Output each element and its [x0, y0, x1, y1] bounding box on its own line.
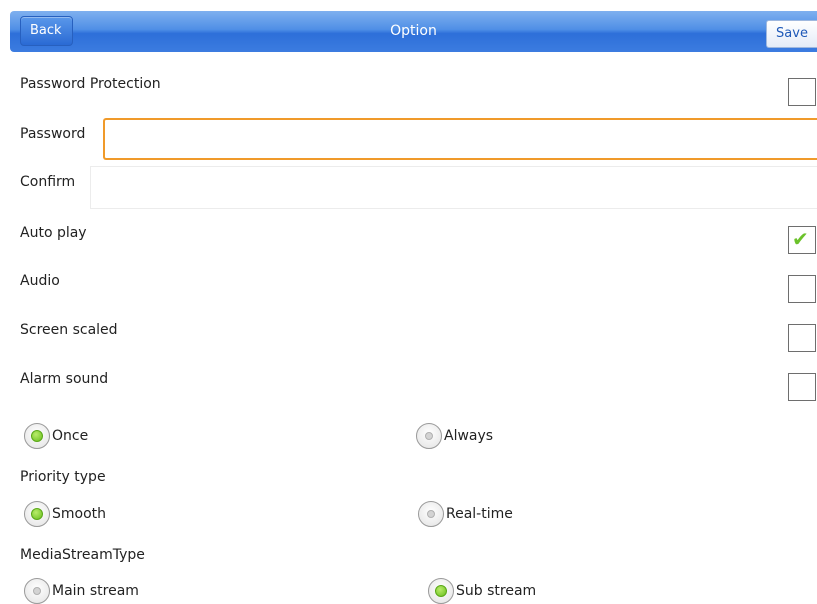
radio-selected-icon — [24, 423, 50, 449]
screen-scaled-label: Screen scaled — [20, 322, 118, 338]
password-protection-checkbox[interactable] — [788, 78, 816, 106]
radio-always[interactable]: Always — [416, 423, 493, 449]
page-title: Option — [390, 23, 437, 39]
radio-selected-icon — [24, 501, 50, 527]
password-protection-label: Password Protection — [20, 76, 161, 92]
confirm-input[interactable] — [90, 166, 817, 209]
title-bar-background: Option Back Save — [10, 11, 817, 52]
radio-unselected-icon — [416, 423, 442, 449]
radio-once[interactable]: Once — [24, 423, 88, 449]
radio-real-time[interactable]: Real-time — [418, 501, 513, 527]
title-bar: Option Back Save — [0, 0, 817, 63]
audio-checkbox[interactable] — [788, 275, 816, 303]
password-label: Password — [20, 126, 86, 142]
radio-always-label: Always — [444, 428, 494, 444]
checkmark-icon: ✔ — [792, 227, 809, 251]
radio-smooth[interactable]: Smooth — [24, 501, 106, 527]
radio-sub-stream[interactable]: Sub stream — [428, 578, 536, 604]
auto-play-label: Auto play — [20, 225, 87, 241]
radio-main-stream-label: Main stream — [52, 583, 139, 599]
audio-label: Audio — [20, 273, 60, 289]
back-button[interactable]: Back — [20, 16, 73, 46]
save-button[interactable]: Save — [766, 20, 817, 48]
alarm-sound-label: Alarm sound — [20, 371, 109, 387]
radio-main-stream[interactable]: Main stream — [24, 578, 139, 604]
radio-smooth-label: Smooth — [52, 506, 107, 522]
radio-selected-icon — [428, 578, 454, 604]
radio-once-label: Once — [52, 428, 89, 444]
radio-sub-stream-label: Sub stream — [456, 583, 537, 599]
radio-unselected-icon — [24, 578, 50, 604]
priority-type-label: Priority type — [20, 469, 106, 485]
radio-real-time-label: Real-time — [446, 506, 513, 522]
media-stream-type-label: MediaStreamType — [20, 547, 145, 563]
radio-unselected-icon — [418, 501, 444, 527]
password-input[interactable] — [103, 118, 817, 160]
confirm-label: Confirm — [20, 174, 76, 190]
auto-play-checkbox[interactable]: ✔ — [788, 226, 816, 254]
alarm-sound-checkbox[interactable] — [788, 373, 816, 401]
screen-scaled-checkbox[interactable] — [788, 324, 816, 352]
